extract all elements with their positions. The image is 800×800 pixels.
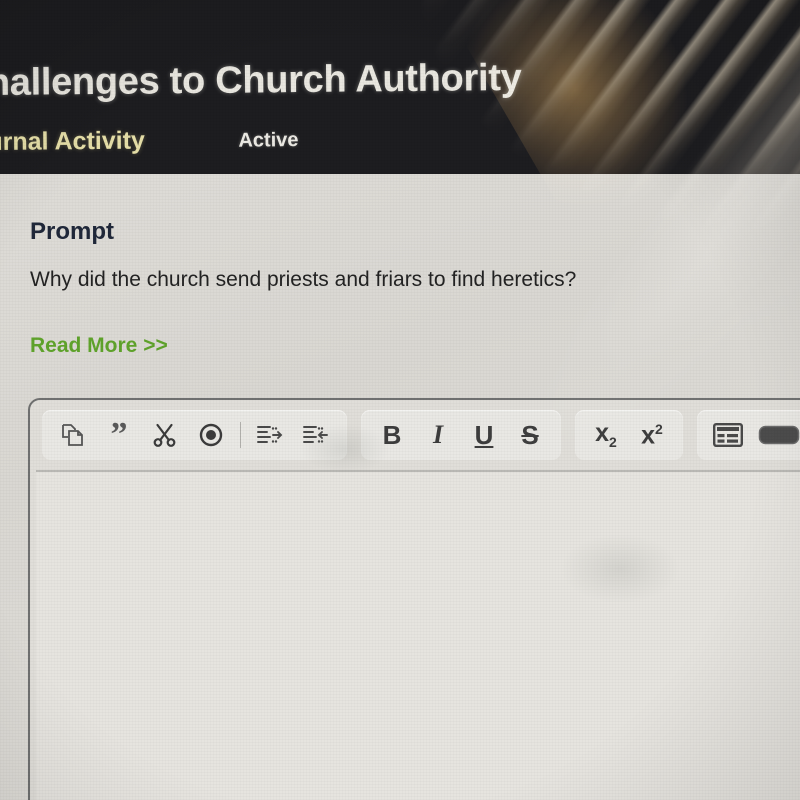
toolbar-group-insert bbox=[697, 410, 800, 460]
activity-header: hallenges to Church Authority urnal Acti… bbox=[0, 0, 800, 184]
underline-label: U bbox=[474, 419, 494, 450]
underline-button[interactable]: U bbox=[465, 414, 503, 456]
button-widget-icon bbox=[758, 424, 800, 446]
bold-button[interactable]: B bbox=[373, 414, 411, 456]
decrease-indent-button[interactable] bbox=[297, 414, 335, 456]
copy-icon bbox=[60, 421, 86, 449]
editor-toolbar: ” B I U S x2 x2 bbox=[36, 406, 800, 464]
insert-table-button[interactable] bbox=[709, 414, 747, 456]
prompt-question-text: Why did the church send priests and fria… bbox=[30, 268, 577, 291]
insert-button-widget-button[interactable] bbox=[755, 414, 800, 456]
activity-type-label: urnal Activity bbox=[0, 126, 146, 157]
bold-label: B bbox=[382, 419, 402, 450]
paste-button[interactable] bbox=[192, 414, 230, 456]
status-badge: Active bbox=[238, 129, 299, 152]
superscript-label: x2 bbox=[641, 420, 663, 450]
rich-text-editor[interactable]: ” B I U S x2 x2 bbox=[28, 398, 800, 800]
italic-button[interactable]: I bbox=[419, 414, 457, 456]
increase-indent-button[interactable] bbox=[251, 414, 289, 456]
cut-button[interactable] bbox=[146, 414, 184, 456]
subscript-label: x2 bbox=[595, 419, 617, 450]
toolbar-group-script: x2 x2 bbox=[575, 410, 683, 460]
subscript-button[interactable]: x2 bbox=[587, 414, 625, 456]
italic-label: I bbox=[432, 420, 444, 449]
indent-increase-icon bbox=[256, 423, 284, 447]
activity-body: Prompt Why did the church send priests a… bbox=[0, 174, 800, 800]
toolbar-group-text-format: B I U S bbox=[361, 410, 561, 460]
strikethrough-label: S bbox=[521, 419, 539, 450]
toolbar-separator bbox=[240, 422, 241, 448]
editor-text-area[interactable] bbox=[36, 470, 800, 800]
blockquote-button[interactable]: ” bbox=[100, 414, 138, 456]
strikethrough-button[interactable]: S bbox=[511, 414, 549, 456]
table-icon bbox=[713, 423, 743, 447]
read-more-link[interactable]: Read More >> bbox=[30, 334, 168, 358]
page-title: hallenges to Church Authority bbox=[0, 56, 522, 105]
toolbar-group-clipboard: ” bbox=[42, 410, 347, 460]
superscript-button[interactable]: x2 bbox=[633, 414, 671, 456]
blockquote-icon: ” bbox=[110, 415, 128, 453]
copy-button[interactable] bbox=[54, 414, 92, 456]
prompt-heading: Prompt bbox=[30, 218, 114, 245]
screen-photo: hallenges to Church Authority urnal Acti… bbox=[0, 0, 800, 800]
indent-decrease-icon bbox=[302, 423, 330, 447]
cut-scissors-icon bbox=[152, 422, 178, 448]
paste-target-icon bbox=[198, 422, 224, 448]
